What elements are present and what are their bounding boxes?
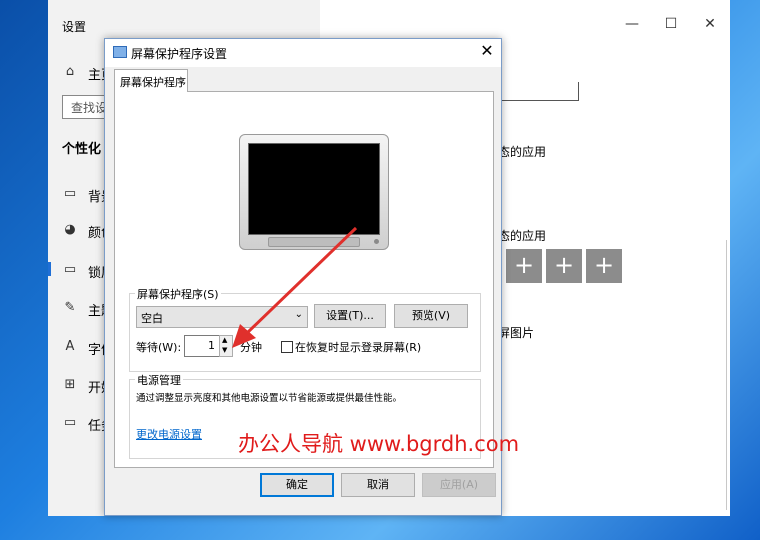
arrow-line [244, 226, 358, 336]
annotation-arrow [232, 226, 358, 348]
watermark-text: 办公人导航 www.bgrdh.com [238, 432, 520, 456]
